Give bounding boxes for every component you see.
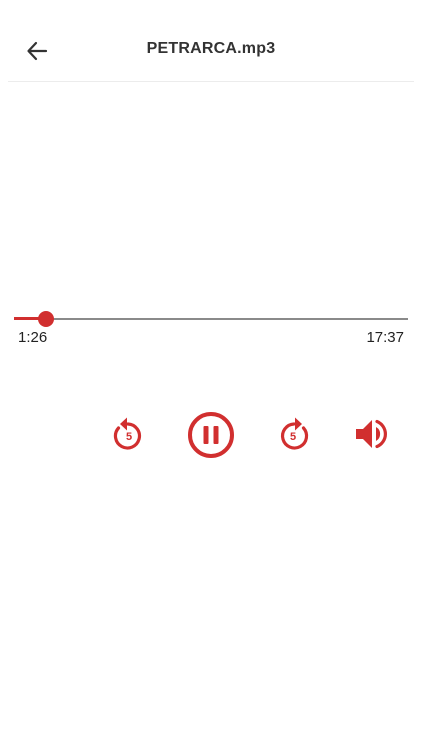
elapsed-time: 1:26	[18, 329, 48, 346]
rewind-5-button[interactable]: 5	[106, 412, 150, 456]
seek-track	[14, 318, 408, 320]
header-divider	[8, 81, 414, 82]
forward-5-button[interactable]: 5	[272, 412, 316, 456]
pause-button[interactable]	[186, 410, 236, 460]
replay-5-icon: 5	[113, 417, 141, 450]
total-duration: 17:37	[366, 329, 404, 346]
seek-bar[interactable]	[14, 309, 408, 329]
page-title: PETRARCA.mp3	[146, 40, 276, 57]
playback-controls: 5 5	[0, 400, 422, 470]
forward-5-icon: 5	[281, 417, 309, 450]
volume-button[interactable]	[350, 412, 394, 456]
pause-circle-icon	[188, 412, 234, 458]
rewind-seconds-label: 5	[126, 431, 132, 443]
volume-icon	[356, 419, 387, 449]
seek-thumb[interactable]	[37, 311, 54, 327]
forward-seconds-label: 5	[290, 431, 296, 443]
header-bar: PETRARCA.mp3	[0, 0, 422, 82]
